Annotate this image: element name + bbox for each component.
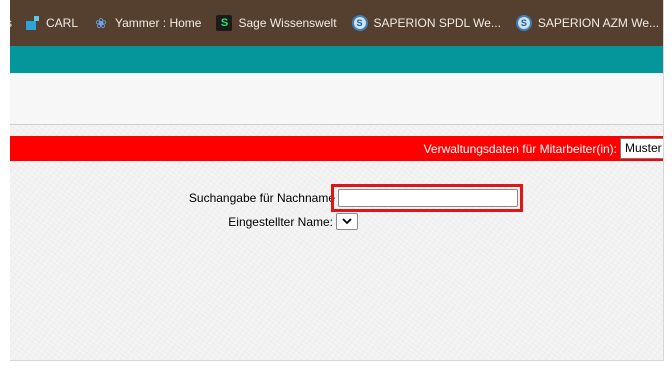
bookmark-saperion-spdl[interactable]: S SAPERION SPDL We... xyxy=(351,15,501,31)
toolbar-area xyxy=(10,73,663,125)
bookmark-label: Sage Wissenswelt xyxy=(238,16,337,30)
main-content: Verwaltungsdaten für Mitarbeiter(in): Mu… xyxy=(10,125,663,360)
search-highlight-box xyxy=(331,184,523,212)
selected-name-label: Eingestellter Name: xyxy=(228,215,333,229)
browser-frame: s CARL ❀ Yammer : Home S Sage Wissenswel… xyxy=(10,0,664,361)
saperion-icon: S xyxy=(351,15,368,31)
yammer-icon: ❀ xyxy=(95,14,107,31)
bookmark-truncated[interactable]: s xyxy=(10,16,12,30)
sage-icon: S xyxy=(216,15,233,31)
bookmark-saperion-azm[interactable]: S SAPERION AZM We... xyxy=(515,15,660,31)
saperion-icon: S xyxy=(515,15,532,31)
bookmark-carl[interactable]: CARL xyxy=(24,15,78,31)
bookmark-label: Yammer : Home xyxy=(115,16,202,30)
bookmark-label: CARL xyxy=(46,16,79,30)
chevron-down-icon xyxy=(342,218,352,225)
bookmark-label: SAPERION SPDL We... xyxy=(373,16,501,30)
selected-name-row: Eingestellter Name: xyxy=(10,213,410,233)
search-row: Suchangabe für Nachname xyxy=(10,184,530,212)
bookmark-label: s xyxy=(10,16,12,30)
bookmark-yammer[interactable]: ❀ Yammer : Home xyxy=(93,15,201,31)
header-band xyxy=(10,46,663,73)
bookmark-label: SAPERION AZM We... xyxy=(537,16,660,30)
bookmark-sage[interactable]: S Sage Wissenswelt xyxy=(216,15,337,31)
search-label: Suchangabe für Nachname xyxy=(188,191,335,205)
surname-search-input[interactable] xyxy=(338,189,518,207)
selected-name-dropdown[interactable] xyxy=(336,213,358,230)
admin-data-label: Verwaltungsdaten für Mitarbeiter(in): xyxy=(423,141,617,156)
bookmarks-bar: s CARL ❀ Yammer : Home S Sage Wissenswel… xyxy=(10,0,663,46)
carl-icon xyxy=(24,15,40,31)
employee-select[interactable]: Muster xyxy=(620,138,663,159)
admin-data-bar: Verwaltungsdaten für Mitarbeiter(in): Mu… xyxy=(10,136,663,161)
